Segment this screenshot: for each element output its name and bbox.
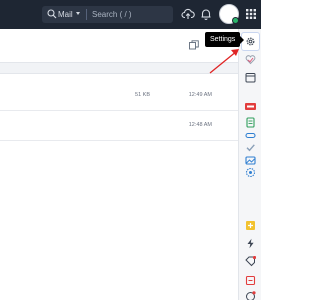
lightning-icon[interactable] (245, 238, 256, 249)
online-status-dot (232, 17, 239, 24)
notes-icon[interactable] (245, 117, 256, 128)
search-input[interactable]: Search ( / ) (92, 8, 132, 21)
bell-icon[interactable] (199, 7, 213, 21)
copy-icon[interactable] (189, 40, 199, 50)
new-badge-icon[interactable] (245, 101, 256, 112)
search-bar[interactable]: Mail Search ( / ) (42, 6, 173, 23)
alarm-icon[interactable] (245, 275, 256, 286)
message-time: 12:49 AM (188, 92, 212, 98)
table-row[interactable]: 12:48 AM (0, 111, 238, 141)
cloud-upload-icon[interactable] (181, 7, 195, 21)
tag-icon[interactable] (245, 256, 256, 267)
mail-app: Mail Search ( / ) 51 KB 12:49 AM 12:48 A… (0, 0, 261, 300)
top-bar: Mail Search ( / ) (0, 0, 261, 29)
clock-icon[interactable] (245, 291, 256, 300)
annotation-arrow-icon (209, 49, 239, 74)
check-icon[interactable] (245, 142, 256, 153)
search-icon (47, 9, 57, 19)
avatar[interactable] (219, 4, 239, 24)
message-size: 51 KB (135, 92, 150, 98)
chevron-down-icon[interactable] (76, 12, 80, 15)
search-divider (86, 9, 87, 20)
link-icon[interactable] (245, 130, 256, 141)
message-time: 12:48 AM (188, 122, 212, 128)
apps-grid-icon[interactable] (246, 9, 256, 19)
search-scope-label[interactable]: Mail (58, 8, 73, 21)
add-note-icon[interactable] (245, 220, 256, 231)
settings-icon[interactable] (245, 36, 256, 47)
mail-icon[interactable] (245, 155, 256, 166)
table-row[interactable]: 51 KB 12:49 AM (0, 81, 238, 111)
contacts-icon[interactable] (245, 167, 256, 178)
calendar-icon[interactable] (245, 72, 256, 83)
heart-icon[interactable] (245, 54, 256, 65)
